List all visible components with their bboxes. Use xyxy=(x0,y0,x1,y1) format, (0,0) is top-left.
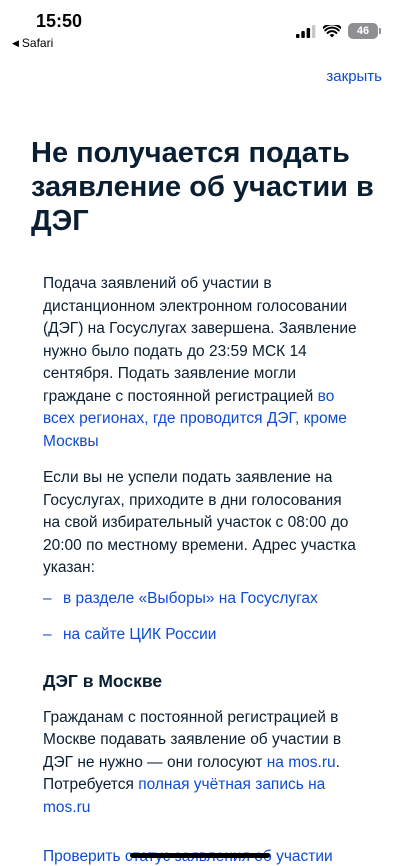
mos-ru-link[interactable]: на mos.ru xyxy=(267,754,336,771)
dash-bullet: – xyxy=(43,589,52,607)
close-link[interactable]: закрыть xyxy=(326,68,382,85)
moscow-heading: ДЭГ в Москве xyxy=(43,670,163,691)
signal-icon xyxy=(296,24,316,38)
cik-site-link[interactable]: на сайте ЦИК России xyxy=(63,626,216,643)
intro-paragraph: Подача заявлений об участии в дистанцион… xyxy=(43,275,357,450)
home-indicator xyxy=(130,853,270,858)
list-item: – на сайте ЦИК России xyxy=(43,624,363,647)
elections-section-link[interactable]: в разделе «Выборы» на Госуслугах xyxy=(63,590,318,607)
page-title: Не получается подать заявление об участи… xyxy=(31,137,374,237)
moscow-paragraph: Гражданам с постоянной регистрацией в Мо… xyxy=(43,708,342,816)
back-app-label: Safari xyxy=(21,36,54,50)
status-bar: 15:50 ◀ Safari 46 xyxy=(0,0,400,56)
status-time: 15:50 xyxy=(36,11,83,31)
instructions-paragraph: Если вы не успели подать заявление на Го… xyxy=(43,469,356,576)
main-content: Подача заявлений об участии в дистанцион… xyxy=(43,273,363,819)
wifi-icon xyxy=(323,24,341,37)
dash-bullet: – xyxy=(43,626,52,643)
list-item: – в разделе «Выборы» на Госуслугах xyxy=(43,588,363,611)
status-icons: 46 xyxy=(296,23,381,39)
back-to-app-button[interactable]: ◀ Safari xyxy=(12,36,53,50)
back-triangle-icon: ◀ xyxy=(12,37,19,48)
address-links-list: – в разделе «Выборы» на Госуслугах – на … xyxy=(43,588,363,647)
battery-icon: 46 xyxy=(348,23,381,39)
